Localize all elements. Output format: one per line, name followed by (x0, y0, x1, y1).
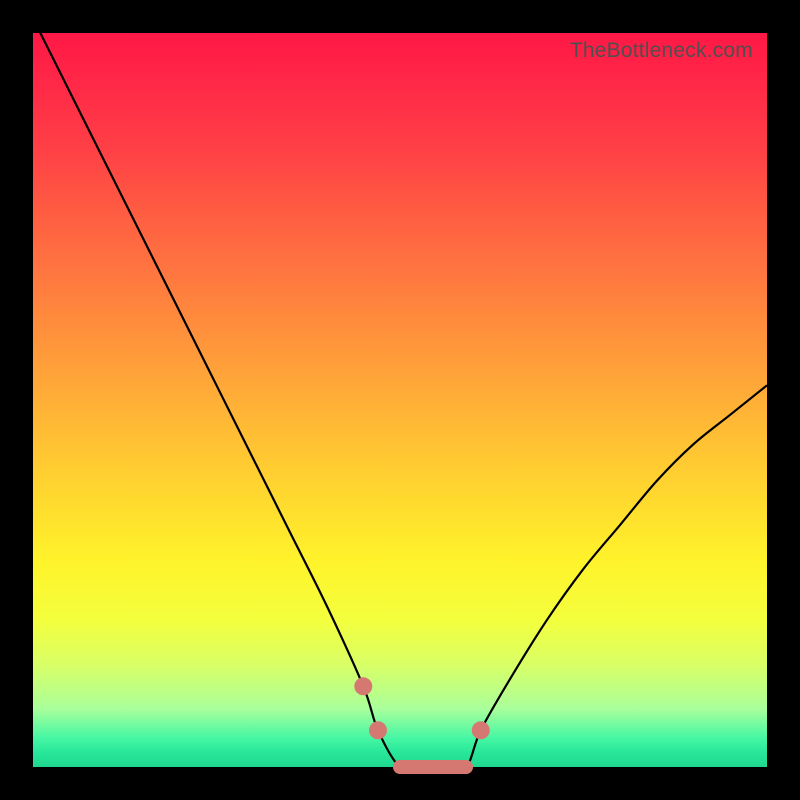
marker-dot (437, 760, 451, 774)
marker-dot (472, 721, 490, 739)
marker-dot (459, 760, 473, 774)
marker-dot (393, 760, 407, 774)
chart-frame: TheBottleneck.com (0, 0, 800, 800)
bottleneck-curve (33, 18, 767, 769)
curve-svg (33, 33, 767, 767)
marker-dot (354, 677, 372, 695)
marker-dot (369, 721, 387, 739)
plot-area: TheBottleneck.com (33, 33, 767, 767)
marker-dot (415, 760, 429, 774)
